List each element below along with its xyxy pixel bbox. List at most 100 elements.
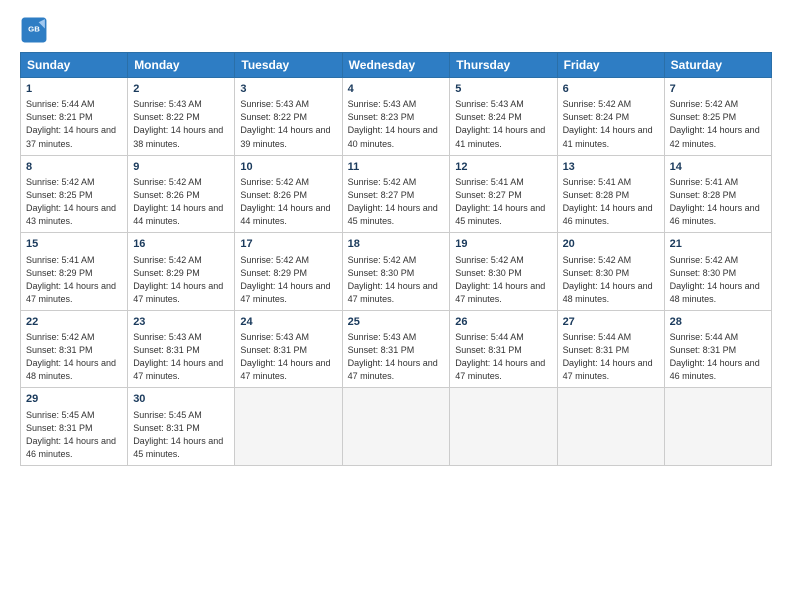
calendar-col-header: Sunday <box>21 53 128 78</box>
day-info: Sunrise: 5:41 AMSunset: 8:28 PMDaylight:… <box>563 176 659 228</box>
calendar-cell: 2Sunrise: 5:43 AMSunset: 8:22 PMDaylight… <box>128 78 235 156</box>
day-info: Sunrise: 5:42 AMSunset: 8:26 PMDaylight:… <box>133 176 229 228</box>
calendar-col-header: Tuesday <box>235 53 342 78</box>
day-number: 1 <box>26 82 122 97</box>
day-number: 25 <box>348 315 445 330</box>
calendar-col-header: Thursday <box>450 53 557 78</box>
day-info: Sunrise: 5:43 AMSunset: 8:31 PMDaylight:… <box>348 331 445 383</box>
day-number: 10 <box>240 160 336 175</box>
day-info: Sunrise: 5:43 AMSunset: 8:23 PMDaylight:… <box>348 98 445 150</box>
calendar-cell: 15 Sunrise: 5:41 AMSunset: 8:29 PMDayligh… <box>21 233 128 311</box>
day-number: 11 <box>348 160 445 175</box>
day-info: Sunrise: 5:43 AMSunset: 8:31 PMDaylight:… <box>133 331 229 383</box>
day-number: 14 <box>670 160 766 175</box>
calendar-cell: 13Sunrise: 5:41 AMSunset: 8:28 PMDayligh… <box>557 155 664 233</box>
day-number: 18 <box>348 237 445 252</box>
calendar-cell <box>235 388 342 466</box>
day-number: 30 <box>133 392 229 407</box>
day-number: 4 <box>348 82 445 97</box>
calendar-cell: 28Sunrise: 5:44 AMSunset: 8:31 PMDayligh… <box>664 310 771 388</box>
calendar-cell: 5Sunrise: 5:43 AMSunset: 8:24 PMDaylight… <box>450 78 557 156</box>
calendar-col-header: Friday <box>557 53 664 78</box>
day-number: 13 <box>563 160 659 175</box>
calendar-cell: 25Sunrise: 5:43 AMSunset: 8:31 PMDayligh… <box>342 310 450 388</box>
page: GB SundayMondayTuesdayWednesdayThursdayF… <box>0 0 792 612</box>
day-info: Sunrise: 5:43 AMSunset: 8:24 PMDaylight:… <box>455 98 551 150</box>
day-info: Sunrise: 5:42 AMSunset: 8:26 PMDaylight:… <box>240 176 336 228</box>
week-row: 8Sunrise: 5:42 AMSunset: 8:25 PMDaylight… <box>21 155 772 233</box>
day-number: 23 <box>133 315 229 330</box>
day-info: Sunrise: 5:43 AMSunset: 8:22 PMDaylight:… <box>133 98 229 150</box>
calendar-cell <box>557 388 664 466</box>
day-number: 24 <box>240 315 336 330</box>
logo-icon: GB <box>20 16 48 44</box>
day-number: 19 <box>455 237 551 252</box>
calendar-cell: 30Sunrise: 5:45 AMSunset: 8:31 PMDayligh… <box>128 388 235 466</box>
day-number: 3 <box>240 82 336 97</box>
calendar-cell: 7Sunrise: 5:42 AMSunset: 8:25 PMDaylight… <box>664 78 771 156</box>
header: GB <box>20 16 772 44</box>
calendar-col-header: Monday <box>128 53 235 78</box>
day-number: 21 <box>670 237 766 252</box>
calendar-cell: 9Sunrise: 5:42 AMSunset: 8:26 PMDaylight… <box>128 155 235 233</box>
day-info: Sunrise: 5:45 AMSunset: 8:31 PMDaylight:… <box>26 409 122 461</box>
calendar-cell: 1Sunrise: 5:44 AMSunset: 8:21 PMDaylight… <box>21 78 128 156</box>
day-number: 27 <box>563 315 659 330</box>
calendar-cell <box>342 388 450 466</box>
calendar-cell: 11Sunrise: 5:42 AMSunset: 8:27 PMDayligh… <box>342 155 450 233</box>
calendar-cell: 29 Sunrise: 5:45 AMSunset: 8:31 PMDayligh… <box>21 388 128 466</box>
day-info: Sunrise: 5:42 AMSunset: 8:30 PMDaylight:… <box>670 254 766 306</box>
calendar-cell: 12Sunrise: 5:41 AMSunset: 8:27 PMDayligh… <box>450 155 557 233</box>
day-number: 29 <box>26 392 122 407</box>
week-row: 1Sunrise: 5:44 AMSunset: 8:21 PMDaylight… <box>21 78 772 156</box>
calendar: SundayMondayTuesdayWednesdayThursdayFrid… <box>20 52 772 466</box>
calendar-cell: 21 Sunrise: 5:42 AMSunset: 8:30 PMDayligh… <box>664 233 771 311</box>
calendar-col-header: Wednesday <box>342 53 450 78</box>
day-info: Sunrise: 5:41 AMSunset: 8:27 PMDaylight:… <box>455 176 551 228</box>
day-info: Sunrise: 5:42 AMSunset: 8:29 PMDaylight:… <box>240 254 336 306</box>
day-info: Sunrise: 5:44 AMSunset: 8:31 PMDaylight:… <box>455 331 551 383</box>
day-number: 28 <box>670 315 766 330</box>
calendar-cell: 20Sunrise: 5:42 AMSunset: 8:30 PMDayligh… <box>557 233 664 311</box>
day-number: 8 <box>26 160 122 175</box>
calendar-cell: 27Sunrise: 5:44 AMSunset: 8:31 PMDayligh… <box>557 310 664 388</box>
day-info: Sunrise: 5:42 AMSunset: 8:29 PMDaylight:… <box>133 254 229 306</box>
calendar-cell <box>664 388 771 466</box>
week-row: 22Sunrise: 5:42 AMSunset: 8:31 PMDayligh… <box>21 310 772 388</box>
calendar-cell <box>450 388 557 466</box>
calendar-cell: 23Sunrise: 5:43 AMSunset: 8:31 PMDayligh… <box>128 310 235 388</box>
calendar-cell: 16Sunrise: 5:42 AMSunset: 8:29 PMDayligh… <box>128 233 235 311</box>
day-number: 9 <box>133 160 229 175</box>
day-info: Sunrise: 5:42 AMSunset: 8:25 PMDaylight:… <box>670 98 766 150</box>
calendar-cell: 14Sunrise: 5:41 AMSunset: 8:28 PMDayligh… <box>664 155 771 233</box>
svg-text:GB: GB <box>28 25 40 34</box>
day-info: Sunrise: 5:44 AMSunset: 8:21 PMDaylight:… <box>26 98 122 150</box>
day-number: 5 <box>455 82 551 97</box>
day-info: Sunrise: 5:42 AMSunset: 8:30 PMDaylight:… <box>348 254 445 306</box>
calendar-cell: 22Sunrise: 5:42 AMSunset: 8:31 PMDayligh… <box>21 310 128 388</box>
calendar-cell: 3Sunrise: 5:43 AMSunset: 8:22 PMDaylight… <box>235 78 342 156</box>
day-number: 22 <box>26 315 122 330</box>
calendar-cell: 6Sunrise: 5:42 AMSunset: 8:24 PMDaylight… <box>557 78 664 156</box>
day-number: 26 <box>455 315 551 330</box>
day-number: 7 <box>670 82 766 97</box>
day-info: Sunrise: 5:42 AMSunset: 8:25 PMDaylight:… <box>26 176 122 228</box>
day-info: Sunrise: 5:44 AMSunset: 8:31 PMDaylight:… <box>670 331 766 383</box>
calendar-cell: 8Sunrise: 5:42 AMSunset: 8:25 PMDaylight… <box>21 155 128 233</box>
day-number: 15 <box>26 237 122 252</box>
week-row: 29 Sunrise: 5:45 AMSunset: 8:31 PMDayligh… <box>21 388 772 466</box>
day-info: Sunrise: 5:41 AMSunset: 8:29 PMDaylight:… <box>26 254 122 306</box>
day-number: 2 <box>133 82 229 97</box>
calendar-cell: 19Sunrise: 5:42 AMSunset: 8:30 PMDayligh… <box>450 233 557 311</box>
calendar-cell: 24Sunrise: 5:43 AMSunset: 8:31 PMDayligh… <box>235 310 342 388</box>
calendar-header-row: SundayMondayTuesdayWednesdayThursdayFrid… <box>21 53 772 78</box>
day-number: 17 <box>240 237 336 252</box>
calendar-cell: 26Sunrise: 5:44 AMSunset: 8:31 PMDayligh… <box>450 310 557 388</box>
calendar-cell: 18 Sunrise: 5:42 AMSunset: 8:30 PMDayligh… <box>342 233 450 311</box>
day-info: Sunrise: 5:42 AMSunset: 8:30 PMDaylight:… <box>563 254 659 306</box>
day-info: Sunrise: 5:44 AMSunset: 8:31 PMDaylight:… <box>563 331 659 383</box>
calendar-cell: 10Sunrise: 5:42 AMSunset: 8:26 PMDayligh… <box>235 155 342 233</box>
day-info: Sunrise: 5:41 AMSunset: 8:28 PMDaylight:… <box>670 176 766 228</box>
day-info: Sunrise: 5:42 AMSunset: 8:31 PMDaylight:… <box>26 331 122 383</box>
day-info: Sunrise: 5:43 AMSunset: 8:31 PMDaylight:… <box>240 331 336 383</box>
